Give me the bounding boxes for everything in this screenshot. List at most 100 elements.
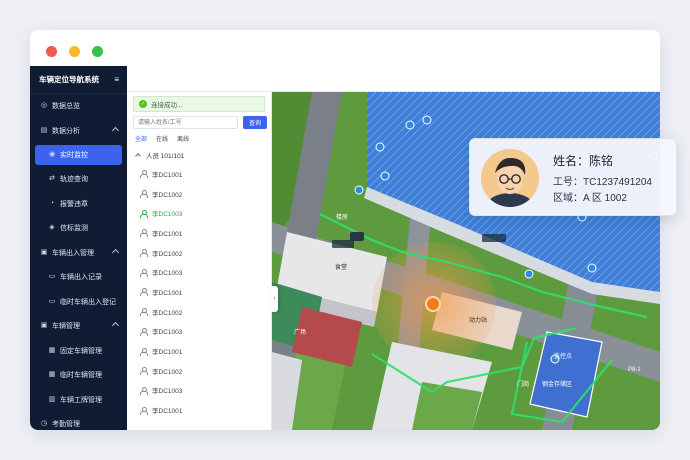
list-item[interactable]: 李DC1003 — [127, 322, 271, 342]
tab-all[interactable]: 全部 — [135, 134, 147, 143]
tab-offline[interactable]: 离线 — [177, 134, 189, 143]
record-icon: ▭ — [48, 273, 56, 281]
chart-icon: ▤ — [40, 126, 48, 134]
title-bar — [30, 30, 660, 66]
list-item[interactable]: 李DC1001 — [127, 223, 271, 243]
person-icon — [140, 190, 148, 199]
person-icon — [140, 268, 148, 277]
person-name: 李DC1003 — [152, 270, 183, 278]
person-name: 李DC1001 — [152, 230, 183, 238]
person-icon — [140, 327, 148, 336]
person-name: 李DC1003 — [152, 329, 183, 337]
sidebar-item-label: 报警违章 — [60, 200, 88, 208]
avatar — [481, 149, 539, 207]
search-row: 查询 — [133, 116, 267, 129]
sidebar-item-label: 数据总览 — [52, 103, 80, 111]
sidebar-item-6[interactable]: ▣ 车辆出入管理 — [30, 241, 127, 266]
tab-online[interactable]: 在线 — [156, 134, 168, 143]
sidebar-item-label: 车辆管理 — [52, 323, 80, 331]
panel-collapse-handle[interactable]: ‹ — [271, 286, 278, 312]
maximize-window-button[interactable] — [92, 46, 103, 57]
sidebar-item-1[interactable]: ▤ 数据分析 — [30, 119, 127, 144]
sidebar-item-9[interactable]: ▣ 车辆管理 — [30, 314, 127, 339]
map-label-canteen: 食堂 — [335, 263, 347, 271]
sidebar-item-8[interactable]: ▭ 临时车辆出入登记 — [30, 290, 127, 315]
person-icon — [140, 386, 148, 395]
minimize-window-button[interactable] — [69, 46, 80, 57]
sidebar-item-3[interactable]: ⇄ 轨迹查询 — [30, 167, 127, 192]
person-name: 李DC1002 — [152, 191, 183, 199]
sidebar-item-7[interactable]: ▭ 车辆出入记录 — [30, 265, 127, 290]
list-item[interactable]: 李DC1001 — [127, 400, 271, 420]
map-label-power-station: 动力站 — [469, 316, 487, 324]
app-title-bar: 车辆定位导航系统 ≡ — [30, 66, 127, 94]
map-label-gate: 门岗 — [517, 380, 529, 388]
sidebar: 车辆定位导航系统 ≡ ◎ 数据总览 ▤ 数据分析 ◉ 实时监控 ⇄ 轨迹查询 ◔ 报警违章 ◈ 信标监… — [30, 66, 127, 430]
list-item[interactable]: 李DC1002 — [127, 361, 271, 381]
sidebar-item-label: 临时车辆管理 — [60, 372, 102, 380]
sidebar-item-0[interactable]: ◎ 数据总览 — [30, 94, 127, 119]
person-name: 李DC1003 — [152, 211, 183, 219]
person-name: 李DC1001 — [152, 289, 183, 297]
temp-car-icon: ▦ — [48, 371, 56, 379]
sidebar-item-label: 车辆出入管理 — [52, 249, 94, 257]
list-item[interactable]: 李DC1002 — [127, 302, 271, 322]
list-item[interactable]: 李DC1002 — [127, 243, 271, 263]
map-label-monitor-point: 监控点 — [554, 352, 572, 360]
list-item[interactable]: 李DC1003 — [127, 262, 271, 282]
sidebar-item-label: 临时车辆出入登记 — [60, 298, 116, 306]
people-group-header[interactable]: 人员 101/101 — [134, 150, 271, 160]
register-icon: ▭ — [48, 297, 56, 305]
person-name: 李DC1001 — [152, 408, 183, 416]
person-info-card: 姓名：陈铭 工号：TC1237491204 区域：A 区 1002 — [469, 138, 677, 216]
app-window: 车辆定位导航系统 ≡ ◎ 数据总览 ▤ 数据分析 ◉ 实时监控 ⇄ 轨迹查询 ◔ 报警违章 ◈ 信标监… — [30, 30, 660, 430]
card-area: 区域：A 区 1002 — [553, 193, 627, 204]
person-icon — [140, 308, 148, 317]
person-icon — [140, 229, 148, 238]
search-input[interactable] — [133, 116, 238, 129]
list-item[interactable]: 李DC1001 — [127, 282, 271, 302]
person-icon — [140, 347, 148, 356]
map-label-building: 楼房 — [336, 213, 348, 221]
sidebar-item-5[interactable]: ◈ 信标监测 — [30, 216, 127, 241]
person-name: 李DC1001 — [152, 349, 183, 357]
sidebar-item-13[interactable]: ◷ 考勤管理 — [30, 412, 127, 430]
list-item[interactable]: 李DC1001 — [127, 341, 271, 361]
menu-toggle-icon[interactable]: ≡ — [114, 75, 119, 84]
search-button[interactable]: 查询 — [243, 116, 267, 129]
person-name: 李DC1002 — [152, 368, 183, 376]
list-item[interactable]: 李DC1001 — [127, 164, 271, 184]
chevron-up-icon — [111, 321, 120, 330]
sidebar-item-10[interactable]: ▦ 固定车辆管理 — [30, 339, 127, 364]
card-work-id: 工号：TC1237491204 — [553, 177, 652, 188]
map-label-road-tag: P8-1 — [628, 367, 641, 373]
sidebar-item-label: 固定车辆管理 — [60, 347, 102, 355]
sidebar-item-label: 车辆出入记录 — [60, 274, 102, 282]
beacon-icon: ◈ — [49, 224, 55, 232]
sidebar-item-2[interactable]: ◉ 实时监控 — [35, 145, 122, 165]
person-name: 李DC1002 — [152, 250, 183, 258]
person-icon — [140, 367, 148, 376]
person-name: 李DC1003 — [152, 388, 183, 396]
list-item[interactable]: 李DC1002 — [127, 184, 271, 204]
map-label-steel-area: 钢金存储区 — [542, 380, 572, 388]
sidebar-item-11[interactable]: ▦ 临时车辆管理 — [30, 363, 127, 388]
sidebar-item-label: 实时监控 — [60, 152, 88, 159]
list-item[interactable]: 李DC1003 — [127, 381, 271, 401]
sidebar-item-label: 考勤管理 — [52, 421, 80, 429]
close-window-button[interactable] — [46, 46, 57, 57]
chevron-up-icon — [135, 153, 141, 159]
person-icon — [140, 249, 148, 258]
person-icon — [140, 406, 148, 415]
dashboard-icon: ◎ — [40, 102, 48, 110]
chevron-up-icon — [111, 126, 120, 134]
sidebar-item-label: 轨迹查询 — [60, 176, 88, 184]
sidebar-item-12[interactable]: ▥ 车辆工牌管理 — [30, 388, 127, 413]
badge-icon: ▥ — [48, 395, 56, 403]
sidebar-item-4[interactable]: ◔ 报警违章 — [30, 192, 127, 217]
person-icon — [140, 288, 148, 297]
alarm-icon: ◔ — [49, 199, 55, 207]
list-item[interactable]: 李DC1003 — [127, 203, 271, 223]
fixed-car-icon: ▦ — [48, 346, 56, 354]
sidebar-item-label: 信标监测 — [60, 225, 88, 233]
